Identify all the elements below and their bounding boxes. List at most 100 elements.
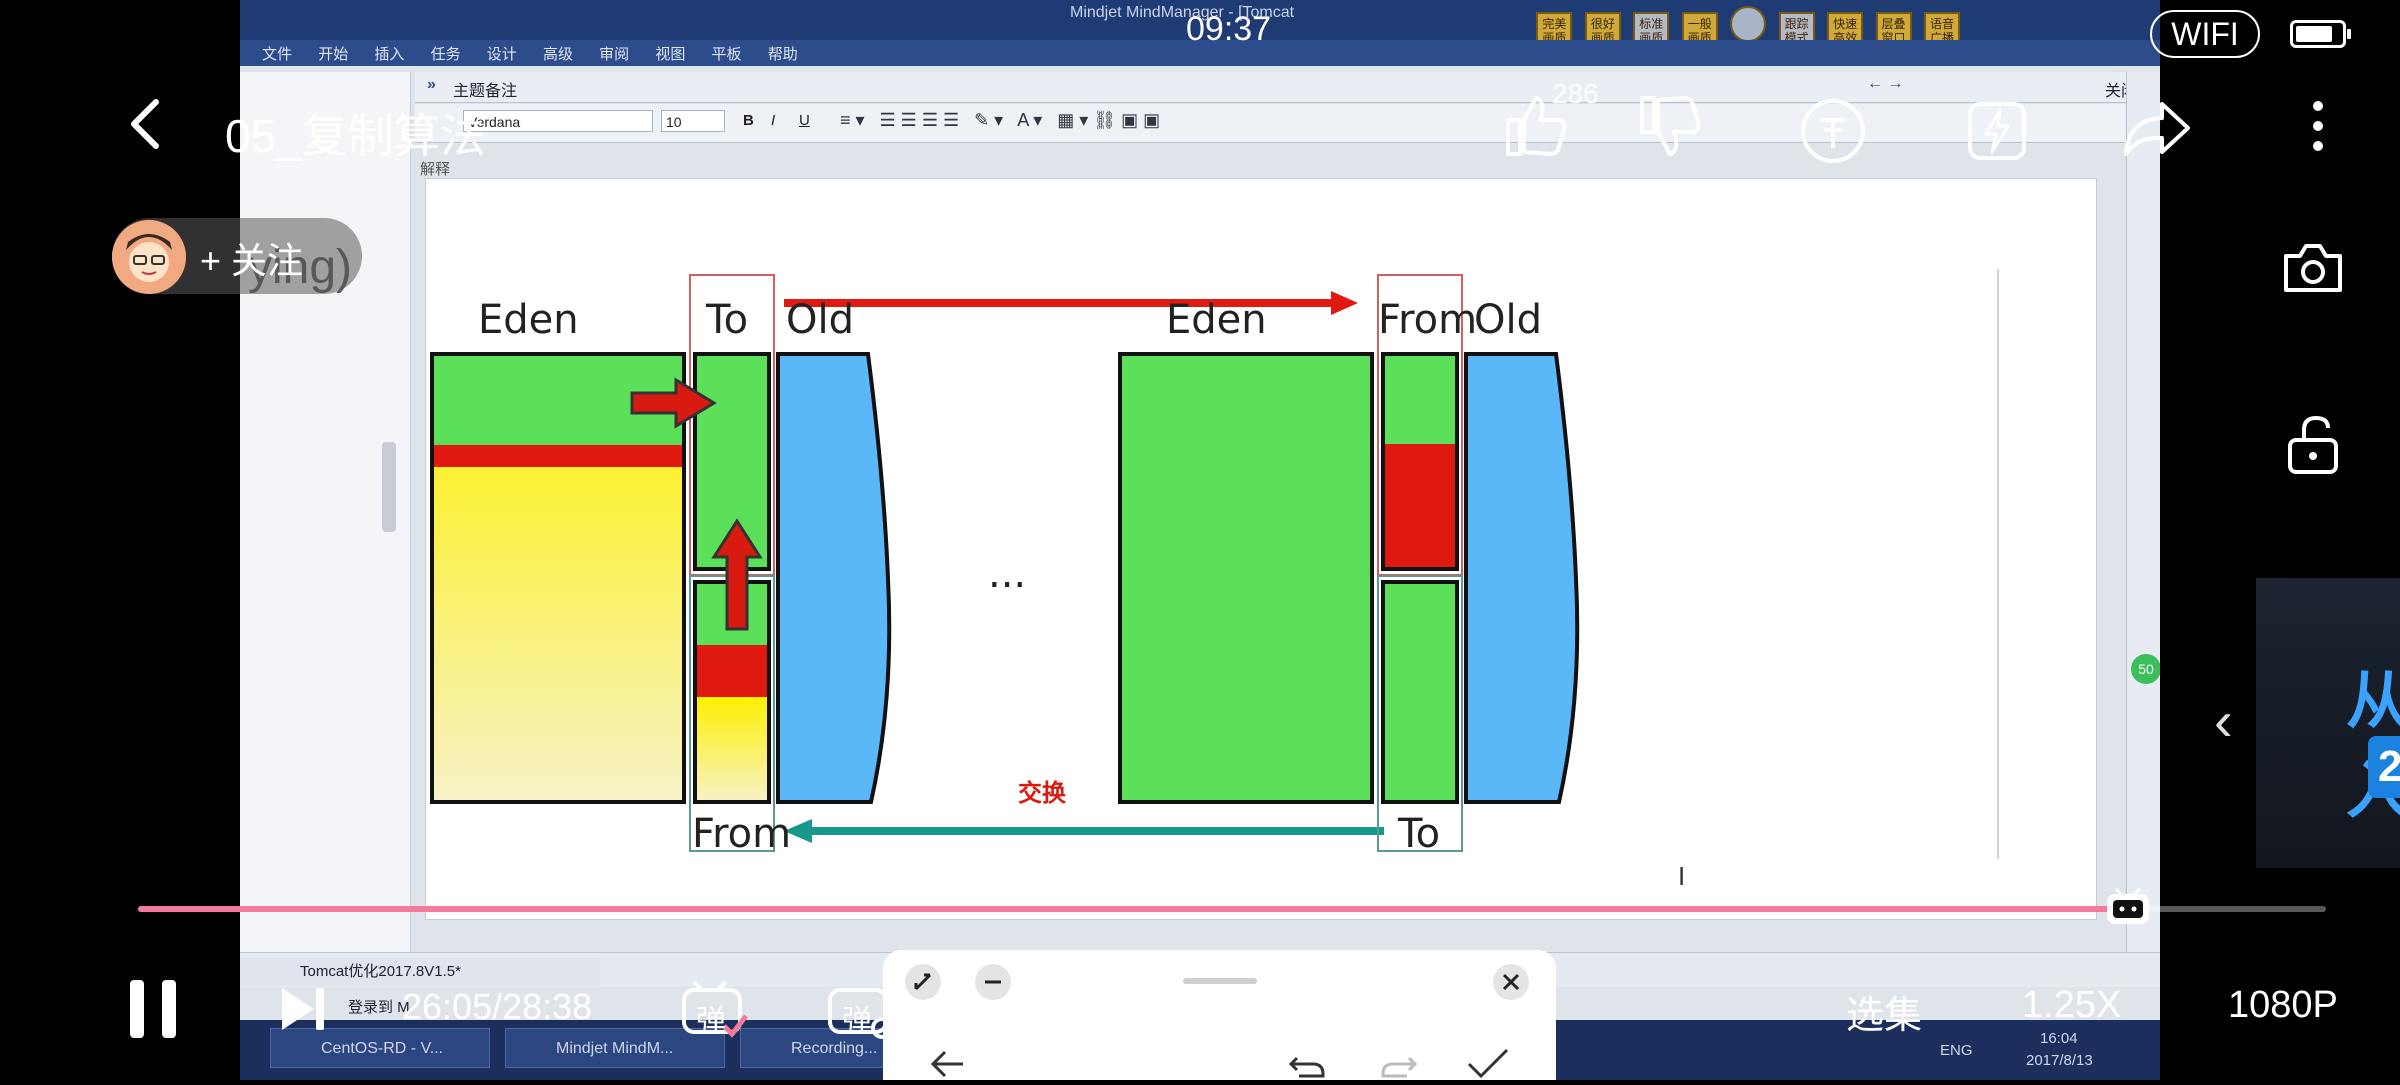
screenshot-button[interactable] [2280,240,2346,296]
doc-tab: Tomcat优化2017.8V1.5* [240,958,600,986]
right-eden-label: Eden [1166,297,1267,343]
swap-label: 交换 [1018,780,1066,807]
left-to-label: To [706,297,749,343]
floating-edit-panel [883,950,1556,1080]
pause-icon [130,980,176,1038]
notes-canvas: Eden To Old From Eden From Old To ... 交换… [425,178,2097,920]
panel-back-button[interactable] [927,1046,967,1080]
text-cursor-icon: I [1678,861,1686,891]
favorite-button[interactable] [1962,96,2032,166]
danmaku-label: 弹 [696,1005,726,1038]
check-icon [1467,1048,1509,1079]
menu-item: 设计 [486,46,517,63]
thumbs-down-icon [1640,96,1701,156]
menu-item: 开始 [318,46,349,63]
speed-button[interactable]: 1.25X [2022,984,2121,1027]
arrow-left-icon [930,1050,963,1078]
menu-item: 审阅 [599,46,630,63]
doc-tab-2: 登录到 M [348,999,410,1016]
drag-handle[interactable] [1183,978,1257,984]
quality-button[interactable]: 1080P [2228,984,2338,1027]
menu-item: 任务 [430,46,461,63]
badge-50: 50 [2131,654,2160,684]
right-from-label: From [1378,297,1478,343]
left-pane [240,72,411,952]
underline-button: U [799,112,810,129]
doc-tab-label: Tomcat优化2017.8V1.5* [300,963,461,980]
left-from-red [695,645,769,697]
right-toolbar: 50 [2126,72,2160,952]
tray-date: 2017/8/13 [2026,1052,2093,1069]
avatar[interactable] [112,220,186,294]
left-scrollbar [382,442,396,532]
ellipsis: ... [988,551,1027,597]
italic-button: I [771,112,776,129]
arrows-icon: ← → [1867,75,1904,92]
menu-item: 文件 [262,46,293,63]
left-eden-red [432,445,684,467]
chevron-left-icon: ‹ [2214,689,2233,752]
right-from-red [1383,444,1457,569]
more-vertical-icon [2313,101,2323,151]
pause-button[interactable] [126,976,182,1042]
left-old-block [776,352,892,804]
danmaku-toggle[interactable]: 弹 [680,976,750,1040]
menu-item: 帮助 [767,46,798,63]
lock-button[interactable] [2284,412,2344,478]
menu-item: 高级 [542,46,573,63]
dislike-button[interactable] [1634,92,1704,162]
bold-button: B [743,112,754,129]
redo-icon [1381,1056,1418,1078]
share-button[interactable] [2118,94,2194,164]
battery-icon [2290,20,2351,48]
confirm-button[interactable] [1465,1046,1511,1080]
avatar-face-icon [112,220,186,294]
progress-knob[interactable] [2104,885,2152,927]
bolt-box-icon [1968,102,2026,160]
left-old-label: Old [786,297,854,343]
close-icon [1502,973,1520,991]
side-card-badge: 2 [2368,736,2400,798]
menu-item: 插入 [374,46,405,63]
progress-bar[interactable] [138,906,2326,912]
right-to-label: To [1398,811,1441,857]
video-title: 05_复制算法 [225,110,486,162]
right-old-label: Old [1474,297,1542,343]
next-icon [282,988,324,1030]
right-to-block [1381,580,1459,804]
expand-icon [914,973,932,991]
video-frame[interactable]: Mindjet MindManager - [Tomcat 完美画质 很好画质 … [240,0,2160,1080]
top-red-arrow-head [1331,291,1358,315]
episodes-button[interactable]: 选集 [1846,984,1922,1039]
left-eden-label: Eden [478,297,579,343]
gc-diagram [430,269,1999,859]
menu-item: 视图 [655,46,686,63]
redo-button[interactable] [1379,1046,1419,1080]
follow-label: + 关注 [200,240,304,281]
danmaku-settings-label: 弹 [842,1005,872,1038]
ribbon-button [1730,6,1767,42]
undo-button[interactable] [1287,1046,1327,1080]
battery-level [2296,26,2332,42]
tv-mascot-icon [2107,887,2149,924]
double-chevron-icon: » [427,76,436,93]
notes-header-title: 主题备注 [453,83,518,100]
left-from-label: From [692,811,792,857]
coin-icon [1801,99,1865,163]
right-eden-block [1118,352,1374,804]
back-button[interactable] [120,94,170,154]
tray-lang: ENG [1940,1042,1973,1059]
system-time: 09:37 [1186,10,1272,48]
coin-button[interactable] [1798,96,1868,166]
progress-fill [138,906,2145,912]
panel-close-button[interactable] [1493,964,1529,1000]
minus-icon [985,980,1001,984]
left-from-yellow [695,697,769,802]
wifi-indicator: WIFI [2150,10,2260,58]
more-button[interactable] [2306,98,2330,158]
expand-button[interactable] [905,964,941,1000]
align-icon: ≡ ▾ ☰ ☰ ☰ ☰ ✎ ▾ A ▾ ▦ ▾ ⛓ ▣ ▣ [840,110,1161,130]
minimize-button[interactable] [975,964,1011,1000]
notes-header: » 主题备注 ← → 关闭 [415,72,2160,103]
next-button[interactable] [278,984,328,1034]
